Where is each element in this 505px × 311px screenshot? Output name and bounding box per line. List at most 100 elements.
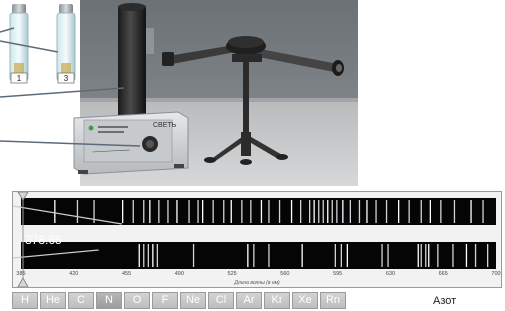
sample-spectral-line — [452, 244, 454, 267]
sample-spectral-line — [147, 244, 149, 267]
axis-tick-label: 700 — [491, 271, 501, 277]
sample-spectral-line — [417, 244, 419, 267]
wavelength-axis: 385 420 455 490 525 560 595 630 665 700 — [13, 271, 501, 279]
reference-spectral-line — [482, 200, 484, 223]
reference-spectral-line — [268, 200, 270, 223]
reference-spectral-line — [149, 200, 151, 223]
element-button-rn[interactable]: Rn — [320, 292, 346, 309]
reference-spectral-line — [278, 200, 281, 223]
reference-spectral-line — [188, 200, 190, 223]
element-button-o[interactable]: O — [124, 292, 150, 309]
sample-spectral-line — [425, 244, 427, 267]
reference-spectral-line — [331, 200, 333, 223]
axis-tick-label: 385 — [16, 271, 26, 277]
sample-spectral-line — [253, 244, 255, 267]
axis-tick-label: 455 — [121, 271, 132, 277]
reference-spectral-line — [429, 200, 431, 223]
lamp-label: СВЕТЬ — [153, 122, 177, 129]
reference-spectral-line — [197, 200, 199, 223]
reference-spectrum-band — [21, 198, 496, 225]
sample-spectral-line — [346, 244, 348, 267]
reference-spectral-line — [290, 200, 293, 223]
reference-spectral-line — [358, 200, 361, 223]
reference-spectral-line — [132, 200, 134, 223]
axis-tick-label: 525 — [227, 271, 237, 277]
element-button-cl[interactable]: Cl — [208, 292, 234, 309]
reference-spectral-line — [398, 200, 400, 223]
reference-spectral-line — [212, 200, 214, 223]
reference-spectral-line — [309, 200, 311, 223]
reference-spectral-line — [167, 200, 169, 223]
reference-spectral-line — [143, 200, 145, 223]
reference-spectral-line — [300, 200, 302, 223]
element-button-kr[interactable]: Kr — [264, 292, 290, 309]
element-button-f[interactable]: F — [152, 292, 178, 309]
element-button-h[interactable]: H — [12, 292, 38, 309]
reference-spectral-line — [349, 200, 351, 223]
sample-spectral-line — [192, 244, 195, 267]
axis-tick-label: 560 — [280, 271, 290, 277]
reference-spectral-line — [313, 200, 315, 223]
sample-spectral-line — [474, 244, 477, 267]
sample-spectral-line — [152, 244, 154, 267]
sample-spectral-line — [138, 244, 140, 267]
sample-spectral-line — [340, 244, 342, 267]
sample-spectral-line — [301, 244, 303, 267]
sample-spectral-line — [143, 244, 145, 267]
element-selector: H He C N O F Ne Cl Ar Kr Xe Rn — [12, 292, 346, 309]
sample-spectral-line — [465, 244, 468, 267]
sample-spectrum-band — [21, 242, 496, 269]
element-button-xe[interactable]: Xe — [292, 292, 318, 309]
reference-spectral-line — [158, 200, 160, 223]
element-button-ar[interactable]: Ar — [236, 292, 262, 309]
reference-spectral-line — [230, 200, 232, 223]
tube-3-label: 3 — [64, 74, 69, 83]
reference-spectral-line — [202, 200, 204, 223]
axis-tick-label: 420 — [69, 271, 79, 277]
reference-spectral-line — [385, 200, 388, 223]
reference-spectral-line — [420, 200, 422, 223]
sample-spectral-line — [247, 244, 249, 267]
reference-spectral-line — [241, 200, 243, 223]
sample-spectral-line — [381, 244, 383, 267]
sample-spectral-line — [420, 244, 422, 267]
reference-spectral-line — [322, 200, 324, 223]
reference-spectral-line — [336, 200, 338, 223]
sample-spectral-line — [268, 244, 270, 267]
reference-spectral-line — [223, 200, 225, 223]
reference-spectral-line — [366, 200, 368, 223]
reference-spectral-line — [76, 200, 79, 223]
sample-spectral-line — [437, 244, 439, 267]
lab-scene-drawing: 1 3 СВЕТЬ — [0, 0, 358, 186]
reference-spectral-line — [470, 200, 472, 223]
axis-tick-label: 490 — [174, 271, 184, 277]
spectrum-panel: 378.65 385 420 455 490 525 560 595 630 665 700 Дл… — [12, 191, 502, 288]
sample-spectral-line — [334, 244, 336, 267]
reference-spectral-line — [375, 200, 377, 223]
wavelength-readout: 378.65 — [25, 233, 62, 247]
gas-tube-3[interactable] — [56, 4, 76, 84]
element-button-c[interactable]: C — [68, 292, 94, 309]
axis-tick-label: 595 — [333, 271, 343, 277]
reference-spectral-line — [122, 200, 124, 223]
axis-tick-label: 630 — [385, 271, 396, 277]
lab-scene: 1 3 СВЕТЬ — [0, 0, 505, 186]
sample-spectral-line — [428, 244, 430, 267]
element-button-n[interactable]: N — [96, 292, 122, 309]
reference-spectral-line — [250, 200, 252, 223]
selected-element-name: Азот — [433, 295, 457, 307]
sample-spectral-line — [156, 244, 158, 267]
reference-spectral-line — [260, 200, 263, 223]
reference-spectral-line — [408, 200, 410, 223]
reference-spectral-line — [318, 200, 320, 223]
sample-spectral-line — [387, 244, 389, 267]
reference-spectral-line — [440, 200, 442, 223]
reference-spectral-line — [453, 200, 456, 223]
element-button-he[interactable]: He — [40, 292, 66, 309]
reference-spectral-line — [54, 200, 56, 223]
lamp-power-knob[interactable] — [142, 136, 158, 152]
reference-spectral-line — [342, 200, 344, 223]
element-button-ne[interactable]: Ne — [180, 292, 206, 309]
axis-tick-label: 665 — [438, 271, 448, 277]
sample-spectral-line — [487, 244, 489, 267]
